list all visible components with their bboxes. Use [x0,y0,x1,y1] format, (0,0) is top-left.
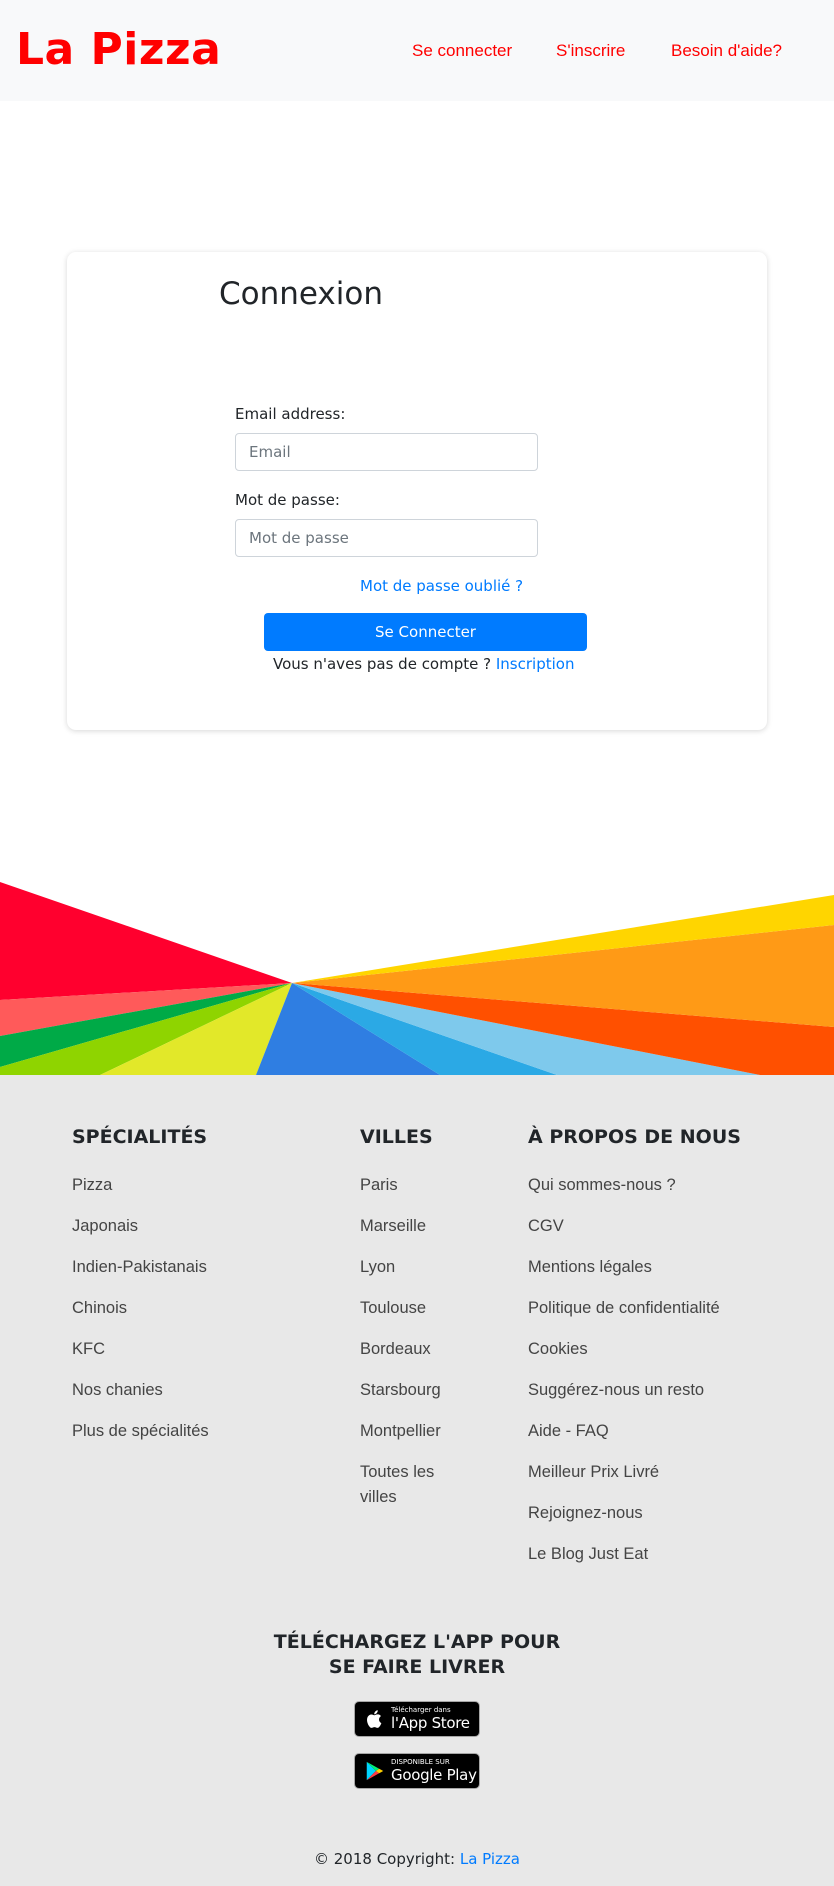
footer-link[interactable]: Japonais [72,1217,138,1235]
copyright-text: © 2018 Copyright: [314,1850,456,1868]
signup-prompt: Vous n'aves pas de compte ? Inscription [273,654,574,674]
footer-link[interactable]: Plus de spécialités [72,1422,209,1440]
app-store-big-text: l'App Store [391,1714,470,1732]
list-item: Toutes les villes [360,1460,460,1510]
footer-link[interactable]: Aide - FAQ [528,1422,609,1440]
list-item: Pizza [72,1173,302,1198]
footer-link[interactable]: Qui sommes-nous ? [528,1176,676,1194]
footer-link[interactable]: Nos chanies [72,1381,163,1399]
list-item: Aide - FAQ [528,1419,808,1444]
login-submit-button[interactable]: Se Connecter [264,613,587,651]
footer-link[interactable]: CGV [528,1217,564,1235]
list-item: Toulouse [360,1296,460,1321]
app-store-badge[interactable]: Télécharger dans l'App Store [354,1701,480,1737]
list-item: KFC [72,1337,302,1362]
copyright-link[interactable]: La Pizza [460,1850,520,1868]
password-label: Mot de passe: [235,491,340,509]
footer-apropos-title: À PROPOS DE NOUS [528,1126,741,1148]
footer-link[interactable]: Toutes les villes [360,1463,434,1506]
list-item: Nos chanies [72,1378,302,1403]
brand-logo[interactable]: La Pizza [16,22,221,78]
list-item: Meilleur Prix Livré [528,1460,808,1485]
apple-icon [367,1710,382,1728]
footer-specialites-title: SPÉCIALITÉS [72,1126,208,1148]
navbar: La Pizza Se connecter S'inscrire Besoin … [0,0,834,101]
footer-link[interactable]: Cookies [528,1340,588,1358]
footer-villes-title: VILLES [360,1126,433,1148]
footer-link[interactable]: Montpellier [360,1422,441,1440]
list-item: Montpellier [360,1419,460,1444]
nav-login-link[interactable]: Se connecter [412,40,512,62]
email-field[interactable] [235,433,538,471]
footer-link[interactable]: Rejoignez-nous [528,1504,643,1522]
list-item: Suggérez-nous un resto [528,1378,808,1403]
google-play-badge[interactable]: DISPONIBLE SUR Google Play [354,1753,480,1789]
login-title: Connexion [219,276,384,312]
list-item: Paris [360,1173,460,1198]
list-item: Japonais [72,1214,302,1239]
list-item: Lyon [360,1255,460,1280]
forgot-password-link[interactable]: Mot de passe oublié ? [360,576,523,596]
footer-link[interactable]: Politique de confidentialité [528,1299,720,1317]
decorative-rays [0,882,834,1075]
google-play-small-text: DISPONIBLE SUR [391,1758,450,1766]
footer-link[interactable]: Pizza [72,1176,112,1194]
footer-link[interactable]: Chinois [72,1299,127,1317]
list-item: Politique de confidentialité [528,1296,808,1321]
footer-link[interactable]: Marseille [360,1217,426,1235]
footer-link[interactable]: Suggérez-nous un resto [528,1381,704,1399]
footer-link[interactable]: Lyon [360,1258,395,1276]
nav-help-link[interactable]: Besoin d'aide? [671,40,782,62]
no-account-text: Vous n'aves pas de compte ? [273,655,492,673]
google-play-icon [366,1761,384,1781]
copyright: © 2018 Copyright: La Pizza [0,1849,834,1869]
app-store-small-text: Télécharger dans [391,1706,451,1714]
login-card: Connexion Email address: Mot de passe: M… [67,252,767,730]
list-item: Starsbourg [360,1378,460,1403]
list-item: CGV [528,1214,808,1239]
list-item: Chinois [72,1296,302,1321]
nav-signup-link[interactable]: S'inscrire [556,40,625,62]
footer-link[interactable]: Meilleur Prix Livré [528,1463,659,1481]
list-item: Mentions légales [528,1255,808,1280]
list-item: Rejoignez-nous [528,1501,808,1526]
footer-link[interactable]: KFC [72,1340,105,1358]
list-item: Indien-Pakistanais [72,1255,302,1280]
password-field[interactable] [235,519,538,557]
footer-link[interactable]: Toulouse [360,1299,426,1317]
app-download-title: TÉLÉCHARGEZ L'APP POUR SE FAIRE LIVRER [273,1631,561,1678]
list-item: Bordeaux [360,1337,460,1362]
footer: SPÉCIALITÉS Pizza Japonais Indien-Pakist… [0,1075,834,1886]
list-item: Le Blog Just Eat [528,1542,808,1567]
footer-link[interactable]: Le Blog Just Eat [528,1545,648,1563]
email-label: Email address: [235,405,346,423]
footer-specialites-list: Pizza Japonais Indien-Pakistanais Chinoi… [72,1173,302,1460]
list-item: Qui sommes-nous ? [528,1173,808,1198]
list-item: Plus de spécialités [72,1419,302,1444]
footer-link[interactable]: Paris [360,1176,398,1194]
signup-link[interactable]: Inscription [496,655,575,673]
footer-link[interactable]: Mentions légales [528,1258,652,1276]
footer-villes-list: Paris Marseille Lyon Toulouse Bordeaux S… [360,1173,460,1526]
google-play-big-text: Google Play [391,1766,477,1784]
footer-link[interactable]: Starsbourg [360,1381,441,1399]
list-item: Marseille [360,1214,460,1239]
list-item: Cookies [528,1337,808,1362]
footer-apropos-list: Qui sommes-nous ? CGV Mentions légales P… [528,1173,808,1583]
footer-link[interactable]: Indien-Pakistanais [72,1258,207,1276]
footer-link[interactable]: Bordeaux [360,1340,431,1358]
